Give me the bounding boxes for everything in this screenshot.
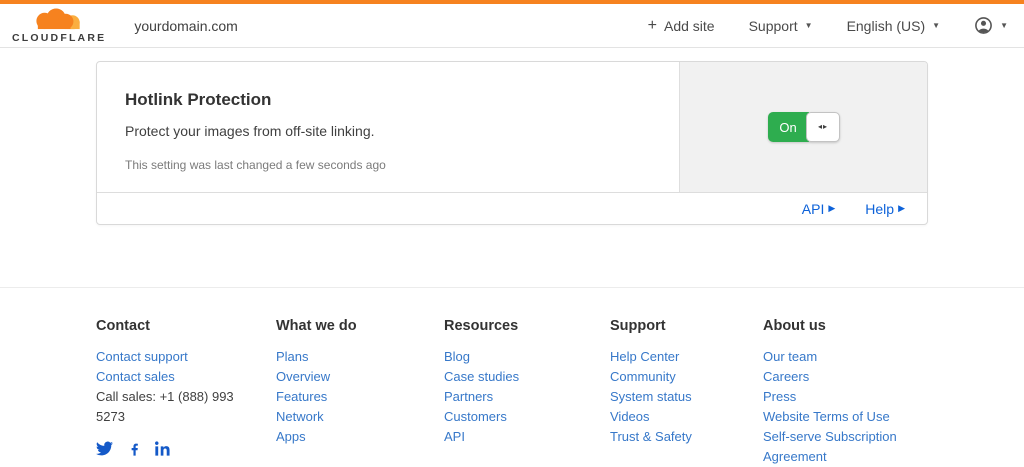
toggle-handle[interactable]: ◂▸ <box>806 112 840 142</box>
chevron-down-icon: ▼ <box>932 22 940 30</box>
help-link[interactable]: Help ▶ <box>865 201 905 217</box>
footer-column: Resources Blog Case studies Partners Custom… <box>444 312 610 467</box>
chevron-down-icon: ▼ <box>805 22 813 30</box>
footer-link[interactable]: Customers <box>444 409 507 424</box>
main-content: Hotlink Protection Protect your images f… <box>96 61 928 225</box>
footer-link-list: Help Center Community System status Videos T… <box>610 347 763 447</box>
footer-column: Contact Contact support Contact sales Call… <box>96 312 276 467</box>
account-menu[interactable]: ▼ <box>974 16 1008 35</box>
footer-link[interactable]: API <box>444 429 465 444</box>
setting-control-panel: On ◂▸ <box>679 62 927 192</box>
footer-link-list: Contact support Contact sales Call sales: … <box>96 347 276 427</box>
arrow-right-icon: ▶ <box>898 204 905 213</box>
footer-text: Call sales: +1 (888) 993 5273 <box>96 387 262 427</box>
footer-link-list: Plans Overview Features Network Apps <box>276 347 444 447</box>
card-footer: API▶ Help▶ <box>97 192 927 224</box>
linkedin-icon[interactable] <box>155 440 172 457</box>
footer-link[interactable]: Overview <box>276 369 330 384</box>
header: CLOUDFLARE yourdomain.com + Add site Sup… <box>0 4 1024 48</box>
footer-link[interactable]: Help Center <box>610 349 679 364</box>
footer-column: What we do Plans Overview Features Network A… <box>276 312 444 467</box>
footer-link[interactable]: Self-serve Subscription Agreement <box>763 429 897 464</box>
footer-link[interactable]: Videos <box>610 409 650 424</box>
footer-link-list: Our team Careers Press Website Terms of Use… <box>763 347 928 467</box>
footer-link[interactable]: Apps <box>276 429 306 444</box>
footer-column-title: Support <box>610 318 763 334</box>
footer-link[interactable]: Plans <box>276 349 309 364</box>
footer-link[interactable]: Case studies <box>444 369 519 384</box>
footer-link[interactable]: System status <box>610 389 692 404</box>
footer-link[interactable]: Contact sales <box>96 369 175 384</box>
current-domain: yourdomain.com <box>134 18 238 34</box>
footer-column: Support Help Center Community System statu… <box>610 312 763 467</box>
footer-link[interactable]: Careers <box>763 369 809 384</box>
footer-column-title: What we do <box>276 318 444 334</box>
footer-link[interactable]: Community <box>610 369 676 384</box>
footer-column-title: About us <box>763 318 928 334</box>
footer-link[interactable]: Press <box>763 389 796 404</box>
footer-columns: Contact Contact support Contact sales Call… <box>96 312 928 467</box>
hotlink-protection-card: Hotlink Protection Protect your images f… <box>96 61 928 225</box>
api-link[interactable]: API▶ <box>802 201 836 217</box>
plus-icon: + <box>648 18 657 34</box>
footer-column-title: Resources <box>444 318 610 334</box>
help-link-label: Help <box>865 201 894 217</box>
support-menu[interactable]: Support ▼ <box>749 18 813 34</box>
support-label: Support <box>749 18 798 34</box>
footer-column: About us Our team Careers Press Website Ter… <box>763 312 928 467</box>
api-link-label: API <box>802 201 825 217</box>
user-avatar-icon <box>974 16 993 35</box>
footer-link-list: Blog Case studies Partners Customers API <box>444 347 610 447</box>
toggle-state-label: On <box>768 112 809 142</box>
footer-link[interactable]: Our team <box>763 349 817 364</box>
footer-link[interactable]: Contact support <box>96 349 188 364</box>
language-label: English (US) <box>847 18 926 34</box>
footer-link[interactable]: Blog <box>444 349 470 364</box>
add-site-label: Add site <box>664 18 715 34</box>
language-menu[interactable]: English (US) ▼ <box>847 18 941 34</box>
footer-link[interactable]: Website Terms of Use <box>763 409 890 424</box>
twitter-icon[interactable] <box>96 440 113 457</box>
site-footer: Contact Contact support Contact sales Call… <box>0 287 1024 467</box>
footer-column-title: Contact <box>96 318 276 334</box>
footer-link[interactable]: Features <box>276 389 327 404</box>
add-site-button[interactable]: + Add site <box>648 18 715 34</box>
last-changed-note: This setting was last changed a few seco… <box>125 158 651 172</box>
cloudflare-cloud-icon <box>28 8 90 33</box>
cloudflare-wordmark: CLOUDFLARE <box>12 32 106 44</box>
hotlink-protection-toggle[interactable]: On ◂▸ <box>768 112 840 142</box>
cloudflare-logo[interactable]: CLOUDFLARE <box>12 8 106 44</box>
arrow-left-icon: ◂ <box>818 123 822 131</box>
chevron-down-icon: ▼ <box>1000 22 1008 30</box>
social-icons <box>96 440 276 457</box>
arrow-right-icon: ▸ <box>823 123 827 131</box>
arrow-right-icon: ▶ <box>828 204 835 213</box>
facebook-icon[interactable] <box>126 441 142 457</box>
card-title: Hotlink Protection <box>125 90 651 110</box>
footer-link[interactable]: Partners <box>444 389 493 404</box>
footer-link[interactable]: Network <box>276 409 324 424</box>
footer-link[interactable]: Trust & Safety <box>610 429 692 444</box>
card-description: Protect your images from off-site linkin… <box>125 123 651 139</box>
